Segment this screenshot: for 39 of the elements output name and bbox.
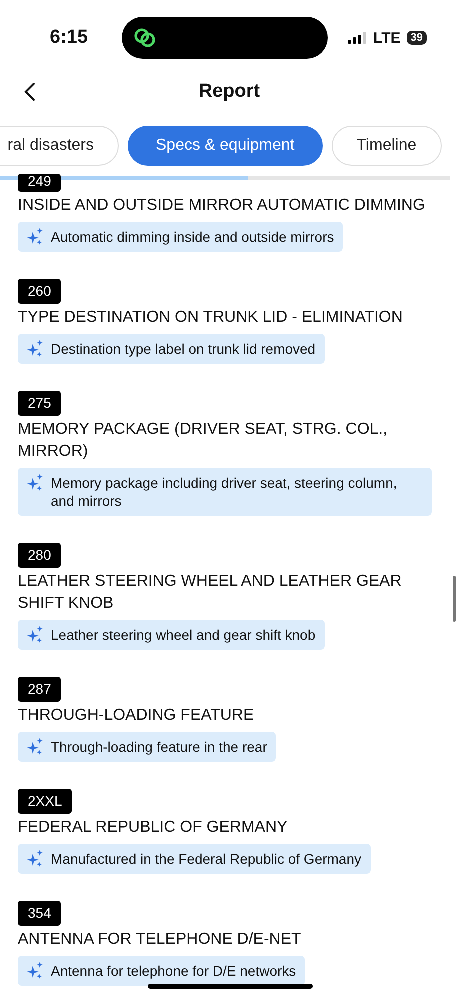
sparkle-icon <box>27 340 45 358</box>
summary-text: Leather steering wheel and gear shift knob <box>51 626 316 644</box>
option-code-badge: 287 <box>18 677 62 702</box>
option-title: LEATHER STEERING WHEEL AND LEATHER GEAR SHIFT KNOB <box>18 572 403 614</box>
option-title: INSIDE AND OUTSIDE MIRROR AUTOMATIC DIMMING <box>18 196 426 216</box>
option-title: MEMORY PACKAGE (DRIVER SEAT, STRG. COL., MIRROR) <box>18 420 389 462</box>
option-code-badge: 260 <box>18 279 62 304</box>
option-title: FEDERAL REPUBLIC OF GERMANY <box>18 818 288 838</box>
summary-text: Through-loading feature in the rear <box>51 738 268 756</box>
tab[interactable]: ral disasters <box>0 126 119 166</box>
option-code-badge: 275 <box>18 391 62 416</box>
option-title: ANTENNA FOR TELEPHONE D/E-NET <box>18 930 302 950</box>
summary-text: Manufactured in the Federal Republic of Germany <box>51 850 362 868</box>
summary-text: Antenna for telephone for D/E networks <box>51 962 296 980</box>
sparkle-icon <box>27 228 45 246</box>
page-title: Report <box>198 81 260 103</box>
tab[interactable]: Timeline <box>332 126 442 166</box>
linked-rings-icon <box>132 27 158 49</box>
network-label: LTE <box>374 30 401 46</box>
option-code-badge: 280 <box>18 543 62 568</box>
summary-text: Automatic dimming inside and outside mirrors <box>51 228 334 246</box>
option-code-badge: 354 <box>18 901 62 926</box>
status-time: 6:15 <box>50 27 90 49</box>
battery-indicator: 39 <box>406 31 427 45</box>
scrollbar[interactable] <box>453 576 456 622</box>
signal-icon <box>348 32 368 44</box>
back-icon <box>24 82 36 102</box>
summary-text: Memory package including driver seat, steering column, and mirrors <box>51 474 398 510</box>
sparkle-icon <box>27 738 45 756</box>
summary-text: Destination type label on trunk lid removed <box>51 340 316 358</box>
sparkle-icon <box>27 962 45 980</box>
option-code-badge: 249 <box>18 174 62 192</box>
option-title: THROUGH-LOADING FEATURE <box>18 706 254 726</box>
tab[interactable]: Specs & equipment <box>128 126 323 166</box>
option-code-badge: 2XXL <box>18 789 72 814</box>
sparkle-icon <box>27 626 45 644</box>
option-title: TYPE DESTINATION ON TRUNK LID - ELIMINATION <box>18 308 403 328</box>
sparkle-icon <box>27 850 45 868</box>
sparkle-icon <box>27 474 45 492</box>
